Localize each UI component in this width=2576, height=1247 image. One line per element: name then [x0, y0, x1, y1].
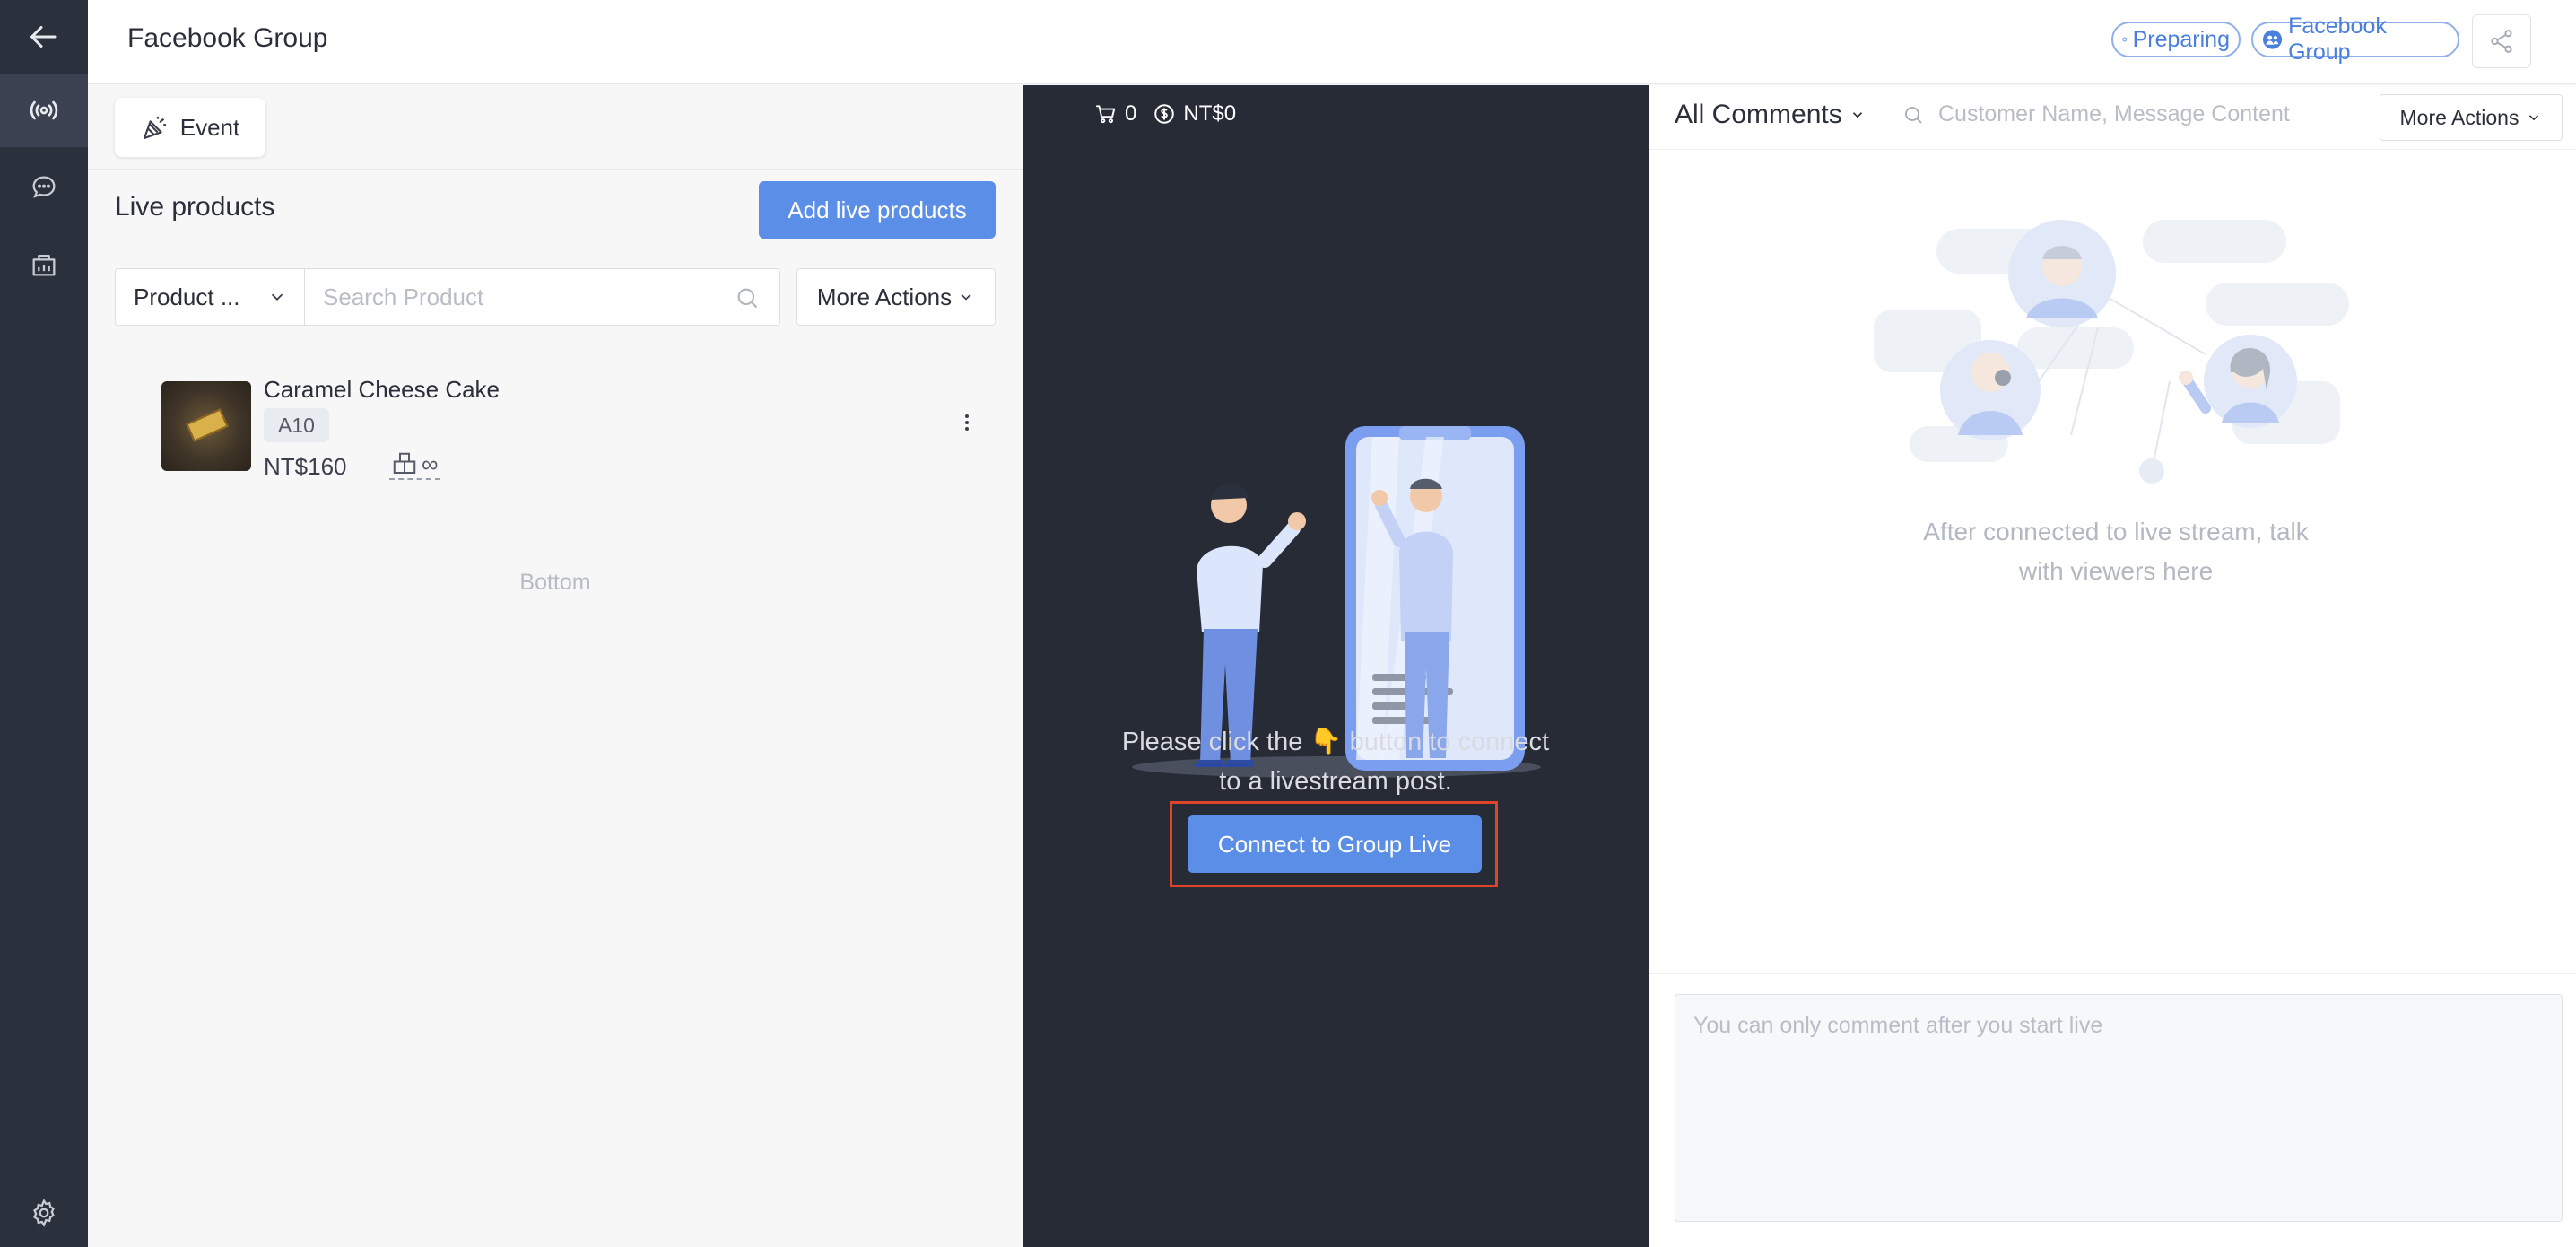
live-products-title: Live products	[115, 192, 275, 222]
product-search-input[interactable]	[323, 283, 718, 311]
chat-bubble-icon	[32, 176, 56, 198]
boxes-icon	[393, 452, 416, 474]
connect-to-group-live-button[interactable]: Connect to Group Live	[1188, 815, 1482, 873]
cart-count: 0	[1125, 101, 1137, 126]
dollar-coin-icon	[1154, 104, 1175, 124]
back-arrow-icon	[30, 26, 57, 48]
connect-prompt-line1: Please click the 👇 button to connect	[1121, 728, 1550, 756]
product-search	[305, 268, 780, 326]
comments-more-actions-label: More Actions	[2399, 105, 2519, 129]
product-menu-button[interactable]	[956, 410, 978, 440]
live-stats: 0 NT$0	[1094, 101, 1236, 126]
share-button[interactable]	[2472, 14, 2531, 68]
platform-badge: Facebook Group	[2251, 13, 2459, 65]
chevron-down-icon	[961, 293, 971, 301]
search-icon[interactable]	[735, 285, 760, 310]
product-filter-select[interactable]: Product ...	[115, 268, 305, 326]
event-bar: Event	[88, 85, 1023, 170]
connect-prompt: Please click the 👇 button to connect to …	[1023, 722, 1649, 801]
share-icon	[2491, 30, 2512, 53]
revenue-stat: NT$0	[1153, 101, 1236, 126]
empty-comments-line1: After connected to live stream, talk	[1923, 518, 2309, 545]
event-button-label: Event	[179, 113, 240, 141]
live-stage: 0 NT$0 Please click the 👇 button to conn…	[1023, 85, 1649, 1247]
empty-comments-line2: with viewers here	[2018, 557, 2214, 585]
stock-value: ∞	[422, 449, 439, 477]
live-broadcast-icon	[30, 100, 58, 120]
product-tag: A10	[264, 408, 329, 442]
status-badge: Preparing	[2111, 22, 2241, 57]
comments-more-actions-button[interactable]: More Actions	[2380, 94, 2563, 141]
products-panel: Event Live products Add live products Pr…	[88, 85, 1023, 1247]
nav-chat[interactable]	[0, 151, 88, 224]
chevron-down-icon	[271, 293, 283, 301]
shop-analytics-icon	[32, 254, 56, 276]
settings-button[interactable]	[0, 1179, 88, 1247]
product-price: NT$160	[264, 453, 347, 480]
product-filter-label: Product ...	[134, 283, 240, 310]
add-live-products-button[interactable]: Add live products	[759, 181, 996, 239]
status-dot-icon	[2122, 37, 2128, 42]
product-name: Caramel Cheese Cake	[264, 376, 500, 403]
party-popper-icon	[143, 116, 166, 140]
more-actions-label: More Actions	[816, 283, 953, 310]
gear-icon	[33, 1199, 55, 1227]
chevron-down-icon	[1852, 112, 1862, 118]
empty-comments-illustration	[1874, 220, 2349, 484]
back-button[interactable]	[0, 0, 88, 74]
product-thumbnail	[161, 381, 251, 471]
page-title: Facebook Group	[127, 23, 328, 53]
product-row[interactable]: Caramel Cheese Cake A10 NT$160 ∞	[115, 363, 996, 480]
top-header: Facebook Group Preparing Facebook Group	[88, 0, 2576, 84]
comments-filter-label: All Comments	[1675, 100, 1842, 129]
comments-filter-select[interactable]: All Comments	[1675, 100, 1866, 130]
group-icon	[2262, 30, 2283, 49]
connect-prompt-line2: to a livestream post.	[1219, 767, 1452, 796]
chevron-down-icon	[2529, 115, 2539, 121]
more-actions-button[interactable]: More Actions	[796, 268, 996, 326]
empty-comments-message: After connected to live stream, talk wit…	[1856, 512, 2376, 591]
livestream-illustration	[1132, 426, 1541, 778]
comment-composer	[1649, 973, 2576, 1247]
comment-search	[1902, 101, 2324, 127]
kebab-menu-icon	[965, 414, 969, 431]
comment-input[interactable]	[1675, 994, 2563, 1222]
left-nav-rail	[0, 0, 88, 1247]
product-stock[interactable]: ∞	[389, 449, 440, 480]
app-root: Facebook Group Preparing Facebook Group …	[0, 0, 2576, 1247]
status-badge-label: Preparing	[2132, 26, 2230, 52]
nav-shop[interactable]	[0, 228, 88, 301]
search-icon	[1905, 106, 1922, 124]
cart-icon	[1096, 105, 1116, 124]
comment-search-input[interactable]	[1938, 101, 2324, 127]
comments-panel: All Comments More Actions	[1649, 85, 2576, 1247]
nav-live[interactable]	[0, 74, 88, 147]
revenue-value: NT$0	[1183, 101, 1237, 126]
event-button[interactable]: Event	[115, 98, 265, 157]
platform-badge-label: Facebook Group	[2288, 13, 2387, 65]
comments-toolbar: All Comments More Actions	[1649, 85, 2576, 150]
list-end-text: Bottom	[519, 570, 591, 595]
cart-stat: 0	[1094, 101, 1136, 126]
